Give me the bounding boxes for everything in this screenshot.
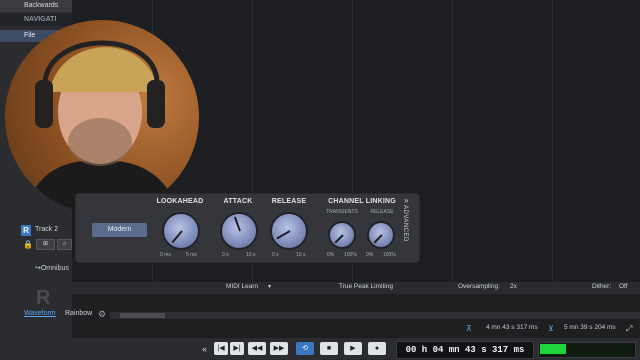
cursor-time: 4 mn 43 s 317 ms <box>486 324 538 331</box>
midi-learn-button[interactable]: MIDI Learn <box>226 283 258 290</box>
end-marker-icon: ⊻ <box>548 324 554 333</box>
gear-icon[interactable]: ⚙ <box>98 309 106 320</box>
horizontal-scrollbar[interactable] <box>110 312 640 319</box>
omnibus-route[interactable]: ↪Omnibus <box>35 264 69 272</box>
lookahead-max: 5 ms <box>186 252 197 258</box>
attack-max: 10 s <box>246 252 256 258</box>
track-output-icon[interactable]: ⌂ <box>57 239 72 250</box>
presenter-image <box>25 40 180 214</box>
track-letter: R <box>36 287 51 309</box>
stop-button[interactable]: ■ <box>320 342 338 355</box>
lookahead-knob[interactable] <box>162 212 200 250</box>
play-button[interactable]: ▶ <box>344 342 362 355</box>
transients-knob[interactable] <box>328 221 356 249</box>
oversampling-value[interactable]: 2x <box>510 283 517 290</box>
release-knob[interactable] <box>270 212 308 250</box>
webcam-overlay <box>5 20 199 214</box>
lock-icon[interactable]: 🔒 <box>23 240 33 249</box>
attack-knob[interactable] <box>220 212 258 250</box>
release-min: 0 s <box>272 252 279 258</box>
transients-min: 0% <box>327 252 335 258</box>
scrollbar-thumb[interactable] <box>120 313 165 318</box>
dither-value[interactable]: Off <box>619 283 628 290</box>
lookahead-label: LOOKAHEAD <box>156 198 204 205</box>
attack-min: 0 s <box>222 252 229 258</box>
channel-release-min: 0% <box>366 252 374 258</box>
loop-button[interactable]: ⟲ <box>296 342 314 355</box>
transients-max: 100% <box>344 252 357 258</box>
channel-linking-label: CHANNEL LINKING <box>328 198 396 205</box>
skip-start-button[interactable]: |◀ <box>214 342 228 355</box>
channel-release-max: 100% <box>383 252 396 258</box>
channel-release-knob[interactable] <box>367 221 395 249</box>
chevron-right-icon[interactable]: » <box>404 196 408 205</box>
advanced-toggle[interactable]: ADVANCED <box>402 205 408 242</box>
record-arm-button[interactable]: R <box>21 225 31 236</box>
backwards-row[interactable]: Backwards <box>0 0 72 12</box>
fast-forward-button[interactable]: ▶▶ <box>270 342 288 355</box>
zoom-icon[interactable]: ⤢ <box>626 324 632 334</box>
dither-label: Dither: <box>592 283 612 290</box>
cursor-marker-icon: ⊼ <box>466 324 472 333</box>
attack-label: ATTACK <box>223 198 253 205</box>
channel-release-label: RELEASE <box>370 209 394 215</box>
true-peak-label[interactable]: True Peak Limiting <box>339 283 393 290</box>
track-settings-icon[interactable]: ⊞ <box>36 239 55 250</box>
release-label: RELEASE <box>271 198 307 205</box>
timecode-display: 00 h 04 mn 43 s 317 ms <box>396 341 534 359</box>
tab-waveform[interactable]: Waveform <box>24 310 56 317</box>
lookahead-min: 0 ms <box>160 252 171 258</box>
fast-rewind-button[interactable]: ◀◀ <box>248 342 266 355</box>
chevron-down-icon[interactable]: ▾ <box>268 283 271 290</box>
skip-end-button[interactable]: ▶| <box>230 342 244 355</box>
track-name[interactable]: Track 2 <box>35 226 58 233</box>
rewind-icon[interactable]: « <box>202 344 207 354</box>
tab-rainbow[interactable]: Rainbow <box>65 310 92 317</box>
oversampling-label: Oversampling: <box>458 283 500 290</box>
navigator-header: NAVIGATI <box>0 14 72 26</box>
mode-button[interactable]: Modern <box>92 223 147 237</box>
end-time: 5 mn 39 s 204 ms <box>564 324 616 331</box>
level-meter-fill <box>540 344 566 354</box>
transients-label: TRANSIENTS <box>326 209 358 215</box>
release-max: 10 s <box>296 252 306 258</box>
record-button[interactable]: ● <box>368 342 386 355</box>
